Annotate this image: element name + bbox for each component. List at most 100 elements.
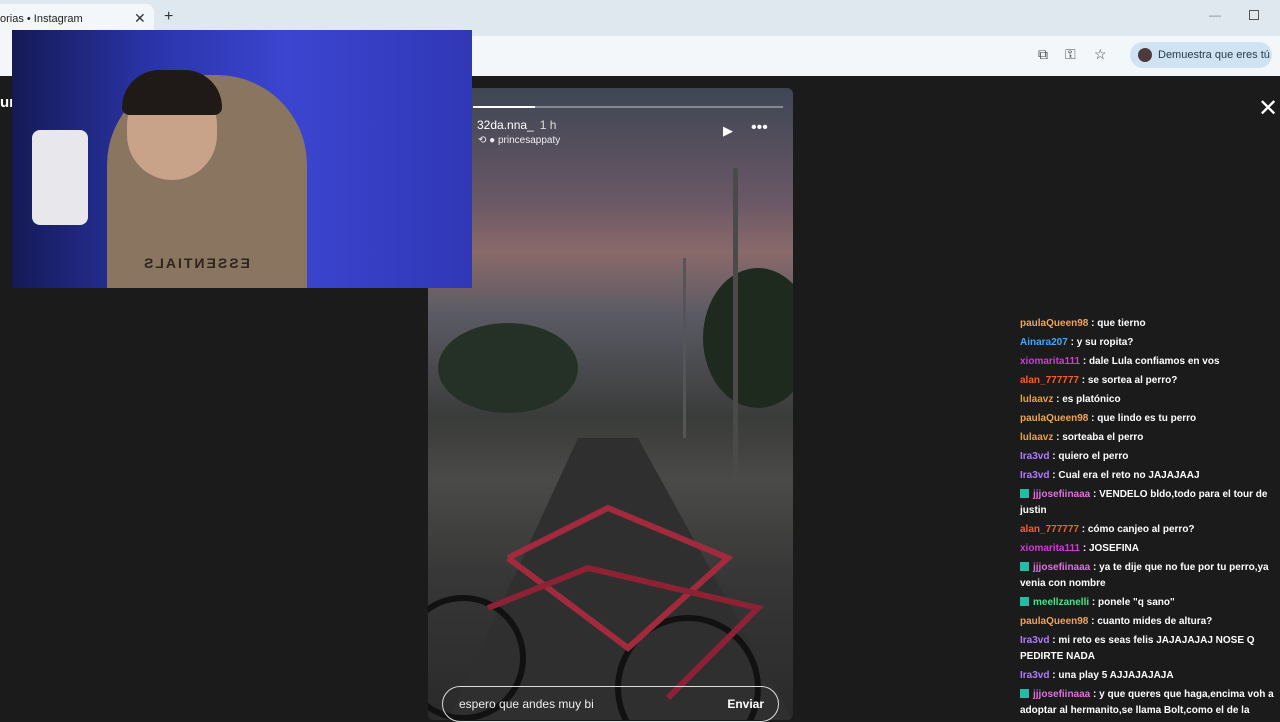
chat-username[interactable]: xiomarita111 (1020, 356, 1080, 367)
repost-username: princesappaty (497, 135, 561, 146)
subscriber-badge-icon (1020, 489, 1029, 498)
minimize-button[interactable]: — (1209, 8, 1221, 22)
new-tab-button[interactable]: + (164, 8, 173, 26)
profile-avatar-icon (1138, 48, 1152, 62)
chat-username[interactable]: Ira3vd (1020, 670, 1049, 681)
play-icon[interactable]: ▶ (723, 123, 733, 139)
streamer-hair (122, 70, 222, 115)
chat-separator: : (1078, 524, 1088, 535)
chat-separator: : (1090, 489, 1100, 500)
maximize-button[interactable] (1249, 10, 1259, 20)
pole-mid (683, 258, 686, 438)
verify-human-button[interactable]: Demuestra que eres tú (1130, 42, 1272, 68)
story-reply-input[interactable] (459, 697, 709, 711)
chat-message: jjjosefiinaaa : y que queres que haga,en… (1016, 687, 1280, 720)
chat-text: cuanto mides de altura? (1097, 616, 1213, 627)
chat-separator: : (1078, 375, 1088, 386)
chat-username[interactable]: Ira3vd (1020, 451, 1049, 462)
stream-chat: paulaQueen98 : que tierno Ainara207 : y s… (1016, 316, 1280, 720)
chat-username[interactable]: jjjosefiinaaa (1033, 562, 1090, 573)
repost-icon: ⟲ ● (478, 135, 496, 146)
chat-separator: : (1053, 394, 1063, 405)
chat-username[interactable]: alan_777777 (1020, 375, 1079, 386)
tree-left (438, 323, 578, 413)
chat-text: y su ropita? (1076, 337, 1134, 348)
air-purifier (32, 130, 88, 225)
chat-text: dale Lula confiamos en vos (1088, 356, 1220, 367)
more-options-icon[interactable]: ••• (751, 119, 768, 137)
chat-text: cómo canjeo al perro? (1087, 524, 1195, 535)
chat-message: lulaavz : es platónico (1016, 392, 1280, 408)
chat-separator: : (1067, 337, 1077, 348)
send-reply-button[interactable]: Enviar (727, 697, 764, 711)
chat-username[interactable]: Ira3vd (1020, 470, 1049, 481)
chat-username[interactable]: Ira3vd (1020, 635, 1049, 646)
password-key-icon[interactable]: ⚿ (1065, 46, 1076, 63)
chat-message: xiomarita111 : JOSEFINA (1016, 541, 1280, 557)
repost-attribution[interactable]: ⟲ ● princesappaty (478, 135, 560, 146)
chat-message: Ira3vd : quiero el perro (1016, 449, 1280, 465)
subscriber-badge-icon (1020, 597, 1029, 606)
story-time: 1 h (539, 118, 557, 132)
chat-username[interactable]: paulaQueen98 (1020, 318, 1088, 329)
chat-text: Cual era el reto no JAJAJAAJ (1058, 470, 1200, 481)
chat-text: sorteaba el perro (1062, 432, 1144, 443)
chat-message: Ainara207 : y su ropita? (1016, 335, 1280, 351)
verify-human-label: Demuestra que eres tú (1158, 49, 1270, 61)
chat-message: alan_777777 : se sortea al perro? (1016, 373, 1280, 389)
chat-text: se sortea al perro? (1087, 375, 1178, 386)
tab-close-icon[interactable]: ✕ (134, 10, 146, 27)
chat-message: paulaQueen98 : que lindo es tu perro (1016, 411, 1280, 427)
chat-text: es platónico (1062, 394, 1121, 405)
chat-username[interactable]: lulaavz (1020, 394, 1053, 405)
chat-username[interactable]: alan_777777 (1020, 524, 1079, 535)
close-story-icon[interactable]: ✕ (1258, 94, 1278, 123)
chat-message: meellzanelli : ponele "q sano" (1016, 595, 1280, 611)
chat-message: paulaQueen98 : que tierno (1016, 316, 1280, 332)
chat-username[interactable]: meellzanelli (1033, 597, 1089, 608)
chat-message: Ira3vd : Cual era el reto no JAJAJAAJ (1016, 468, 1280, 484)
install-app-icon[interactable]: ⧉ (1038, 46, 1048, 63)
chat-message: jjjosefiinaaa : ya te dije que no fue po… (1016, 560, 1280, 592)
chat-separator: : (1089, 597, 1099, 608)
story-username[interactable]: 32da.nna_ (477, 118, 534, 132)
chat-separator: : (1080, 543, 1089, 554)
tree-right (703, 268, 793, 408)
chat-message: jjjosefiinaaa : VENDELO bldo,todo para e… (1016, 487, 1280, 519)
chat-separator: : (1090, 562, 1100, 573)
story-reply-box: Enviar (442, 686, 779, 722)
chat-text: ponele "q sano" (1098, 597, 1175, 608)
chat-username[interactable]: jjjosefiinaaa (1033, 689, 1090, 700)
hoodie-print: ESSENTIALS (142, 255, 250, 271)
subscriber-badge-icon (1020, 562, 1029, 571)
chat-username[interactable]: lulaavz (1020, 432, 1053, 443)
chat-text: que lindo es tu perro (1097, 413, 1197, 424)
chat-message: Ira3vd : mi reto es seas felis JAJAJAJAJ… (1016, 633, 1280, 665)
chat-separator: : (1090, 689, 1100, 700)
chat-username[interactable]: paulaQueen98 (1020, 413, 1088, 424)
chat-username[interactable]: xiomarita111 (1020, 543, 1080, 554)
tab-title: orias • Instagram (0, 13, 83, 25)
chat-message: xiomarita111 : dale Lula confiamos en vo… (1016, 354, 1280, 370)
chat-separator: : (1088, 616, 1098, 627)
pole-right (733, 168, 738, 478)
chat-text: una play 5 AJJAJAJAJA (1058, 670, 1174, 681)
story-progress-bar (473, 106, 783, 108)
chat-separator: : (1088, 318, 1098, 329)
chat-separator: : (1080, 356, 1089, 367)
chat-text: JOSEFINA (1088, 543, 1139, 554)
chat-separator: : (1088, 413, 1098, 424)
chat-message: lulaavz : sorteaba el perro (1016, 430, 1280, 446)
chat-username[interactable]: Ainara207 (1020, 337, 1068, 348)
chat-message: paulaQueen98 : cuanto mides de altura? (1016, 614, 1280, 630)
subscriber-badge-icon (1020, 689, 1029, 698)
chat-username[interactable]: paulaQueen98 (1020, 616, 1088, 627)
story-progress-fill (473, 106, 535, 108)
chat-message: alan_777777 : cómo canjeo al perro? (1016, 522, 1280, 538)
story-media[interactable]: 32da.nna_ 1 h ⟲ ● princesappaty ▶ ••• (428, 88, 793, 720)
story-header: 32da.nna_ 1 h (477, 118, 556, 132)
bookmark-star-icon[interactable]: ☆ (1094, 46, 1107, 63)
chat-username[interactable]: jjjosefiinaaa (1033, 489, 1090, 500)
chat-message: Ira3vd : una play 5 AJJAJAJAJA (1016, 668, 1280, 684)
webcam-overlay: ESSENTIALS (12, 30, 472, 288)
